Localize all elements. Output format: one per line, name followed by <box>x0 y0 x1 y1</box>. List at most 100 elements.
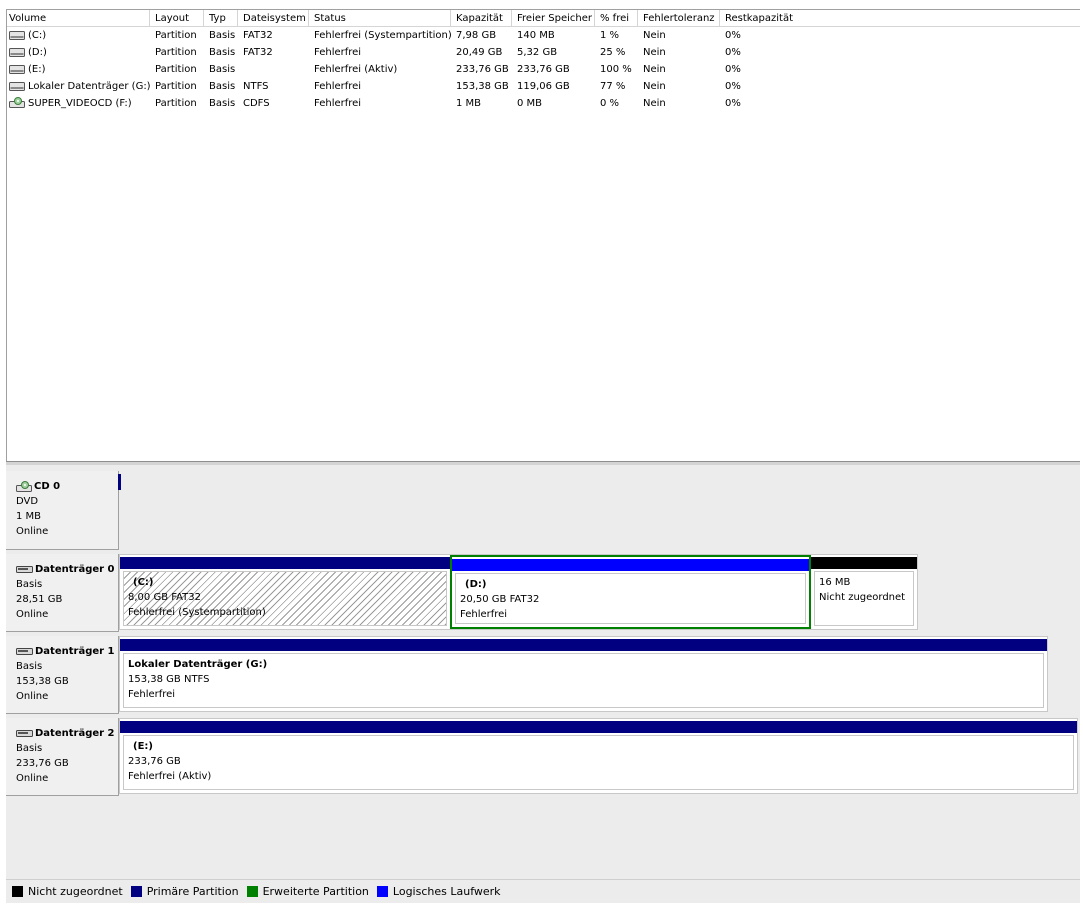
partition-size: 20,50 GB FAT32 <box>460 594 540 605</box>
cell-restkapazitaet: 0% <box>725 47 741 58</box>
unallocated-bar <box>811 557 917 569</box>
legend-label: Erweiterte Partition <box>262 885 369 898</box>
drive-icon <box>9 64 25 74</box>
disk-label-datentraeger-1[interactable]: Datenträger 1 Basis 153,38 GB Online <box>6 636 119 714</box>
disk-1-partitions: Lokaler Datenträger (G:) 153,38 GB NTFS … <box>119 636 1048 712</box>
column-header-dateisystem[interactable]: Dateisystem <box>238 10 309 27</box>
primary-partition-bar <box>120 721 1077 733</box>
cell-typ: Basis <box>209 30 236 41</box>
column-header-freier-speicher[interactable]: Freier Speicher <box>512 10 595 27</box>
legend-item-extended: Erweiterte Partition <box>246 885 369 898</box>
volume-name: (E:) <box>28 64 46 75</box>
disk-state: Online <box>16 526 49 537</box>
column-header-prozent-frei[interactable]: % frei <box>595 10 638 27</box>
partition-status: Fehlerfrei (Systempartition) <box>128 607 266 618</box>
cell-kapazitaet: 20,49 GB <box>456 47 503 58</box>
cd0-partition-stub <box>118 474 121 490</box>
partition-c[interactable]: (C:) 8,00 GB FAT32 Fehlerfrei (Systempar… <box>120 555 450 629</box>
drive-icon <box>9 30 25 40</box>
cell-restkapazitaet: 0% <box>725 64 741 75</box>
disk-title: CD 0 <box>34 481 61 492</box>
disk-icon <box>16 730 33 737</box>
cell-prozent-frei: 0 % <box>600 98 620 109</box>
cell-freier-speicher: 5,32 GB <box>517 47 558 58</box>
legend-item-primary: Primäre Partition <box>130 885 239 898</box>
disk-label-datentraeger-2[interactable]: Datenträger 2 Basis 233,76 GB Online <box>6 718 119 796</box>
disk-size: 1 MB <box>16 511 42 522</box>
primary-partition-bar <box>120 639 1047 651</box>
disk-size: 233,76 GB <box>16 758 69 769</box>
legend: Nicht zugeordnet Primäre Partition Erwei… <box>6 879 1080 903</box>
drive-icon <box>9 47 25 57</box>
disk-icon <box>16 648 33 655</box>
partition-name: (D:) <box>465 579 487 590</box>
cell-status: Fehlerfrei <box>314 81 362 92</box>
partition-name: Lokaler Datenträger (G:) <box>128 659 268 670</box>
column-header-layout[interactable]: Layout <box>150 10 204 27</box>
table-row[interactable]: Lokaler Datenträger (G:) Partition Basis… <box>7 78 1080 95</box>
disk-title: Datenträger 1 <box>35 646 115 657</box>
table-row[interactable]: (D:) Partition Basis FAT32 Fehlerfrei 20… <box>7 44 1080 61</box>
cell-layout: Partition <box>155 47 197 58</box>
partition-unallocated[interactable]: 16 MB Nicht zugeordnet <box>811 555 917 629</box>
cell-typ: Basis <box>209 98 236 109</box>
cell-prozent-frei: 1 % <box>600 30 620 41</box>
volume-name: SUPER_VIDEOCD (F:) <box>28 98 132 109</box>
column-header-restkapazitaet[interactable]: Restkapazität <box>720 10 798 27</box>
table-row[interactable]: (C:) Partition Basis FAT32 Fehlerfrei (S… <box>7 27 1080 44</box>
partition-e[interactable]: (E:) 233,76 GB Fehlerfrei (Aktiv) <box>120 719 1077 793</box>
partition-status: Fehlerfrei (Aktiv) <box>128 771 212 782</box>
partition-size: 16 MB <box>819 577 851 588</box>
partition-d[interactable]: (D:) 20,50 GB FAT32 Fehlerfrei <box>450 555 811 629</box>
disk-label-datentraeger-0[interactable]: Datenträger 0 Basis 28,51 GB Online <box>6 554 119 632</box>
cell-typ: Basis <box>209 81 236 92</box>
column-header-kapazitaet[interactable]: Kapazität <box>451 10 512 27</box>
cell-typ: Basis <box>209 64 236 75</box>
disk-type: Basis <box>16 743 43 754</box>
logical-drive-bar <box>452 559 809 571</box>
cell-fehlertoleranz: Nein <box>643 47 666 58</box>
volume-name: Lokaler Datenträger (G:) <box>28 81 150 92</box>
cell-status: Fehlerfrei (Aktiv) <box>314 64 398 75</box>
primary-partition-bar <box>120 557 450 569</box>
column-header-fehlertoleranz[interactable]: Fehlertoleranz <box>638 10 720 27</box>
volume-list[interactable]: Volume Layout Typ Dateisystem Status Kap… <box>6 9 1080 461</box>
cell-status: Fehlerfrei <box>314 47 362 58</box>
disk-size: 153,38 GB <box>16 676 69 687</box>
cell-layout: Partition <box>155 64 197 75</box>
cell-dateisystem <box>238 61 309 78</box>
table-row[interactable]: (E:) Partition Basis Fehlerfrei (Aktiv) … <box>7 61 1080 78</box>
volume-name: (D:) <box>28 47 47 58</box>
column-header-volume[interactable]: Volume <box>7 10 150 27</box>
disk-label-cd0[interactable]: CD 0 DVD 1 MB Online <box>6 471 119 550</box>
disk-type: Basis <box>16 661 43 672</box>
disk-size: 28,51 GB <box>16 594 63 605</box>
legend-item-logical: Logisches Laufwerk <box>376 885 501 898</box>
partition-g[interactable]: Lokaler Datenträger (G:) 153,38 GB NTFS … <box>120 637 1047 711</box>
column-header-status[interactable]: Status <box>309 10 451 27</box>
cell-fehlertoleranz: Nein <box>643 81 666 92</box>
cell-freier-speicher: 233,76 GB <box>517 64 570 75</box>
cell-typ: Basis <box>209 47 236 58</box>
cell-fehlertoleranz: Nein <box>643 64 666 75</box>
disk-title: Datenträger 2 <box>35 728 115 739</box>
cell-prozent-frei: 25 % <box>600 47 626 58</box>
cell-fehlertoleranz: Nein <box>643 98 666 109</box>
cd-drive-icon <box>16 480 32 492</box>
cell-layout: Partition <box>155 81 197 92</box>
partition-name: (C:) <box>133 577 154 588</box>
legend-label: Nicht zugeordnet <box>28 885 123 898</box>
disk-type: DVD <box>16 496 39 507</box>
disk-state: Online <box>16 609 49 620</box>
volume-name: (C:) <box>28 30 47 41</box>
partition-size: 8,00 GB FAT32 <box>128 592 201 603</box>
legend-label: Logisches Laufwerk <box>392 885 501 898</box>
disk-view: CD 0 DVD 1 MB Online Datenträger 0 Basis… <box>6 465 1080 879</box>
table-row[interactable]: SUPER_VIDEOCD (F:) Partition Basis CDFS … <box>7 95 1080 112</box>
legend-swatch <box>376 886 388 897</box>
cell-dateisystem: CDFS <box>243 98 270 109</box>
disk-state: Online <box>16 691 49 702</box>
cell-freier-speicher: 0 MB <box>517 98 543 109</box>
cell-kapazitaet: 7,98 GB <box>456 30 497 41</box>
column-header-typ[interactable]: Typ <box>204 10 238 27</box>
